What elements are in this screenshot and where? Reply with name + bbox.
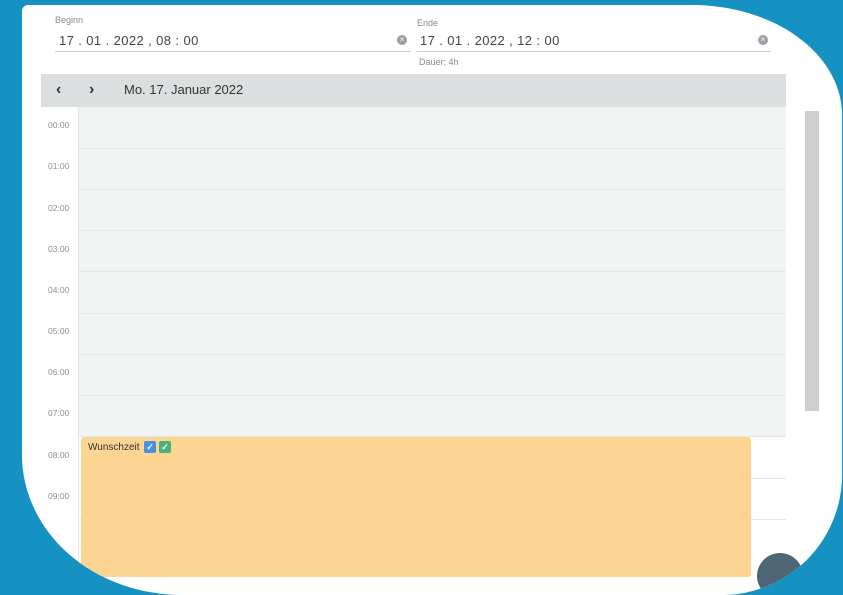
- time-column: 00:00 01:00 02:00 03:00 04:00 05:00 06:0…: [41, 107, 79, 577]
- start-label: Beginn: [55, 15, 84, 25]
- hour-line: [79, 395, 786, 396]
- calendar-date-title: Mo. 17. Januar 2022: [124, 82, 244, 97]
- scrollbar-thumb[interactable]: [805, 111, 819, 411]
- next-day-button[interactable]: ›: [89, 81, 94, 99]
- hour-line: [79, 354, 786, 355]
- hour-line: [79, 148, 786, 149]
- start-underline: [55, 51, 411, 52]
- hour-label: 04:00: [48, 285, 70, 295]
- calendar-header: ‹ › Mo. 17. Januar 2022: [41, 74, 786, 107]
- hour-line: [79, 271, 786, 272]
- end-label: Ende: [417, 18, 439, 28]
- event-title: Wunschzeit: [88, 442, 140, 453]
- end-datetime-input[interactable]: 17 . 01 . 2022 , 12 : 00: [420, 33, 560, 48]
- hour-label: 01:00: [48, 161, 70, 171]
- floating-action-button[interactable]: [757, 553, 803, 595]
- check-icon: ✓: [159, 441, 171, 453]
- hour-label: 06:00: [48, 367, 70, 377]
- prev-day-button[interactable]: ‹: [56, 81, 61, 99]
- hour-label: 02:00: [48, 203, 70, 213]
- end-underline: [417, 51, 771, 52]
- start-clear-icon[interactable]: ×: [397, 35, 407, 45]
- duration-text: Dauer: 4h: [419, 57, 459, 67]
- hour-label: 00:00: [48, 120, 70, 130]
- hour-line: [79, 230, 786, 231]
- hour-label: 03:00: [48, 244, 70, 254]
- hour-line: [79, 189, 786, 190]
- event-wunschzeit[interactable]: Wunschzeit ✓ ✓: [81, 437, 751, 577]
- scheduling-card: Beginn 17 . 01 . 2022 , 08 : 00 × Ende 1…: [22, 5, 842, 595]
- start-datetime-input[interactable]: 17 . 01 . 2022 , 08 : 00: [59, 33, 199, 48]
- hour-label: 08:00: [48, 450, 70, 460]
- hour-label: 09:00: [48, 491, 70, 501]
- hour-label: 05:00: [48, 326, 70, 336]
- check-icon: ✓: [144, 441, 156, 453]
- hour-label: 07:00: [48, 408, 70, 418]
- hour-line: [79, 313, 786, 314]
- end-clear-icon[interactable]: ×: [758, 35, 768, 45]
- day-calendar: ‹ › Mo. 17. Januar 2022 00:00 01:00 02:0…: [41, 74, 819, 577]
